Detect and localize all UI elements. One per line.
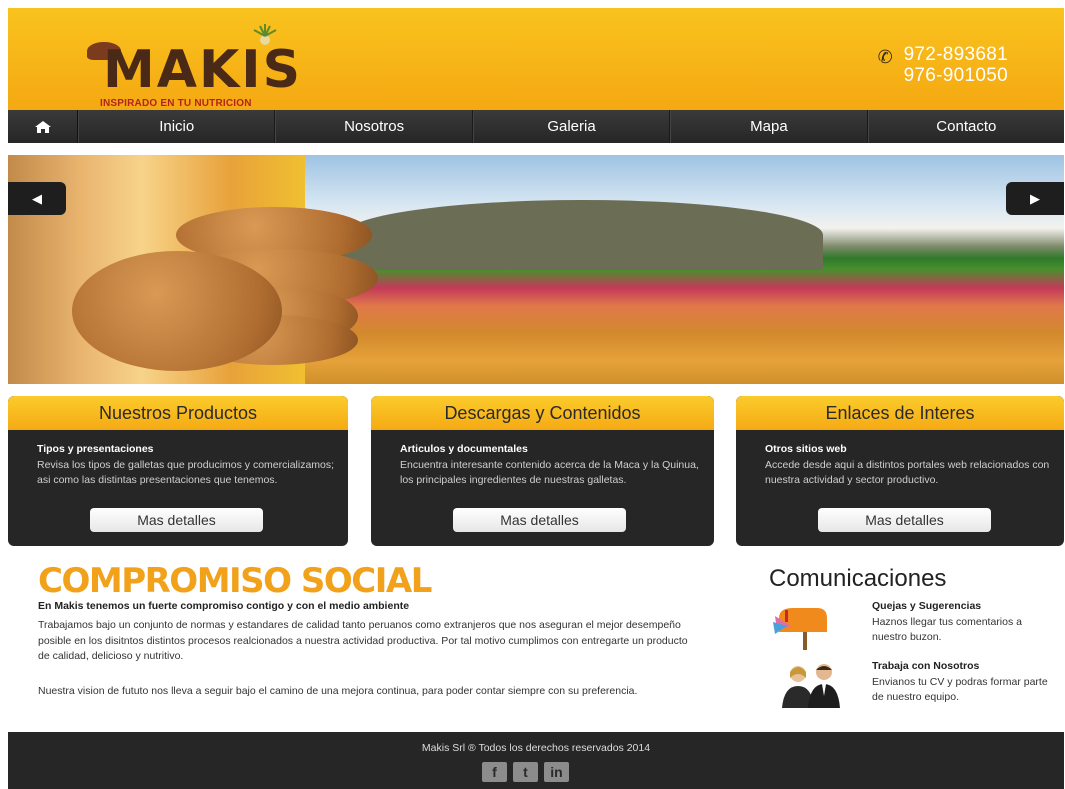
hero-slider: ◀ ▶ bbox=[8, 155, 1064, 384]
trabaja-text: Envianos tu CV y podras formar parte de … bbox=[872, 675, 1048, 704]
nav-item-nosotros[interactable]: Nosotros bbox=[275, 110, 473, 143]
box-enlaces-interes: Enlaces de Interes Otros sitios web Acce… bbox=[736, 396, 1064, 546]
site-header: MAKIS INSPIRADO EN TU NUTRICION ✆ 972-89… bbox=[8, 8, 1064, 110]
mas-detalles-button[interactable]: Mas detalles bbox=[453, 508, 626, 532]
compromiso-paragraph-2: Nuestra vision de fututo nos lleva a seg… bbox=[38, 685, 638, 697]
social-links: f t in bbox=[482, 762, 569, 782]
nav-home[interactable] bbox=[8, 110, 78, 143]
quejas-sugerencias-item[interactable]: Quejas y Sugerencias Haznos llegar tus c… bbox=[872, 599, 1052, 646]
slider-next-button[interactable]: ▶ bbox=[1006, 182, 1064, 215]
twitter-icon[interactable]: t bbox=[513, 762, 538, 782]
compromiso-paragraph-1: Trabajamos bajo un conjunto de normas y … bbox=[38, 619, 688, 662]
slider-prev-button[interactable]: ◀ bbox=[8, 182, 66, 215]
logo-text: MAKIS bbox=[103, 40, 303, 100]
box-body: Tipos y presentaciones Revisa los tipos … bbox=[8, 430, 348, 488]
box-heading: Descargas y Contenidos bbox=[371, 396, 714, 430]
box-subtitle: Otros sitios web bbox=[765, 443, 847, 455]
phone-number-2: 976-901050 bbox=[903, 65, 1008, 86]
nav-item-galeria[interactable]: Galeria bbox=[472, 110, 671, 143]
logo-tagline: INSPIRADO EN TU NUTRICION bbox=[100, 98, 252, 109]
linkedin-icon[interactable]: in bbox=[544, 762, 569, 782]
box-text: Revisa los tipos de galletas que produci… bbox=[37, 459, 335, 486]
main-nav: Inicio Nosotros Galeria Mapa Contacto bbox=[8, 110, 1064, 143]
phone-numbers: ✆ 972-893681 976-901050 bbox=[878, 44, 1008, 86]
box-subtitle: Articulos y documentales bbox=[400, 443, 528, 455]
cookie-image bbox=[72, 251, 282, 371]
box-text: Accede desde aqui a distintos portales w… bbox=[765, 459, 1050, 486]
comunicaciones-title: Comunicaciones bbox=[769, 565, 947, 592]
box-heading: Nuestros Productos bbox=[8, 396, 348, 430]
box-body: Articulos y documentales Encuentra inter… bbox=[371, 430, 714, 488]
compromiso-subtitle: En Makis tenemos un fuerte compromiso co… bbox=[38, 600, 410, 612]
quejas-title[interactable]: Quejas y Sugerencias bbox=[872, 599, 1052, 615]
business-people-image[interactable] bbox=[768, 662, 850, 708]
mas-detalles-button[interactable]: Mas detalles bbox=[818, 508, 991, 532]
box-body: Otros sitios web Accede desde aqui a dis… bbox=[736, 430, 1064, 488]
compromiso-title: COMPROMISO SOCIAL bbox=[38, 561, 432, 601]
phone-number-1: 972-893681 bbox=[903, 44, 1008, 65]
slide-hill bbox=[343, 200, 823, 270]
site-footer: Makis Srl ® Todos los derechos reservado… bbox=[8, 732, 1064, 789]
box-nuestros-productos: Nuestros Productos Tipos y presentacione… bbox=[8, 396, 348, 546]
box-heading: Enlaces de Interes bbox=[736, 396, 1064, 430]
trabaja-nosotros-item[interactable]: Trabaja con Nosotros Envianos tu CV y po… bbox=[872, 659, 1052, 706]
facebook-icon[interactable]: f bbox=[482, 762, 507, 782]
box-text: Encuentra interesante contenido acerca d… bbox=[400, 459, 699, 486]
phone-icon: ✆ bbox=[877, 47, 893, 67]
mas-detalles-button[interactable]: Mas detalles bbox=[90, 508, 263, 532]
mailbox-icon[interactable] bbox=[773, 604, 833, 650]
site-logo[interactable]: MAKIS INSPIRADO EN TU NUTRICION bbox=[83, 24, 363, 110]
quejas-text: Haznos llegar tus comentarios a nuestro … bbox=[872, 615, 1022, 644]
nav-item-contacto[interactable]: Contacto bbox=[867, 110, 1064, 143]
nav-item-mapa[interactable]: Mapa bbox=[670, 110, 868, 143]
arrow-right-icon: ▶ bbox=[1030, 190, 1040, 206]
box-descargas-contenidos: Descargas y Contenidos Articulos y docum… bbox=[371, 396, 714, 546]
nav-item-inicio[interactable]: Inicio bbox=[78, 110, 276, 143]
copyright-text: Makis Srl ® Todos los derechos reservado… bbox=[421, 742, 651, 754]
arrow-left-icon: ◀ bbox=[32, 190, 42, 206]
box-subtitle: Tipos y presentaciones bbox=[37, 443, 154, 455]
trabaja-title[interactable]: Trabaja con Nosotros bbox=[872, 659, 1052, 675]
home-icon bbox=[34, 120, 51, 133]
